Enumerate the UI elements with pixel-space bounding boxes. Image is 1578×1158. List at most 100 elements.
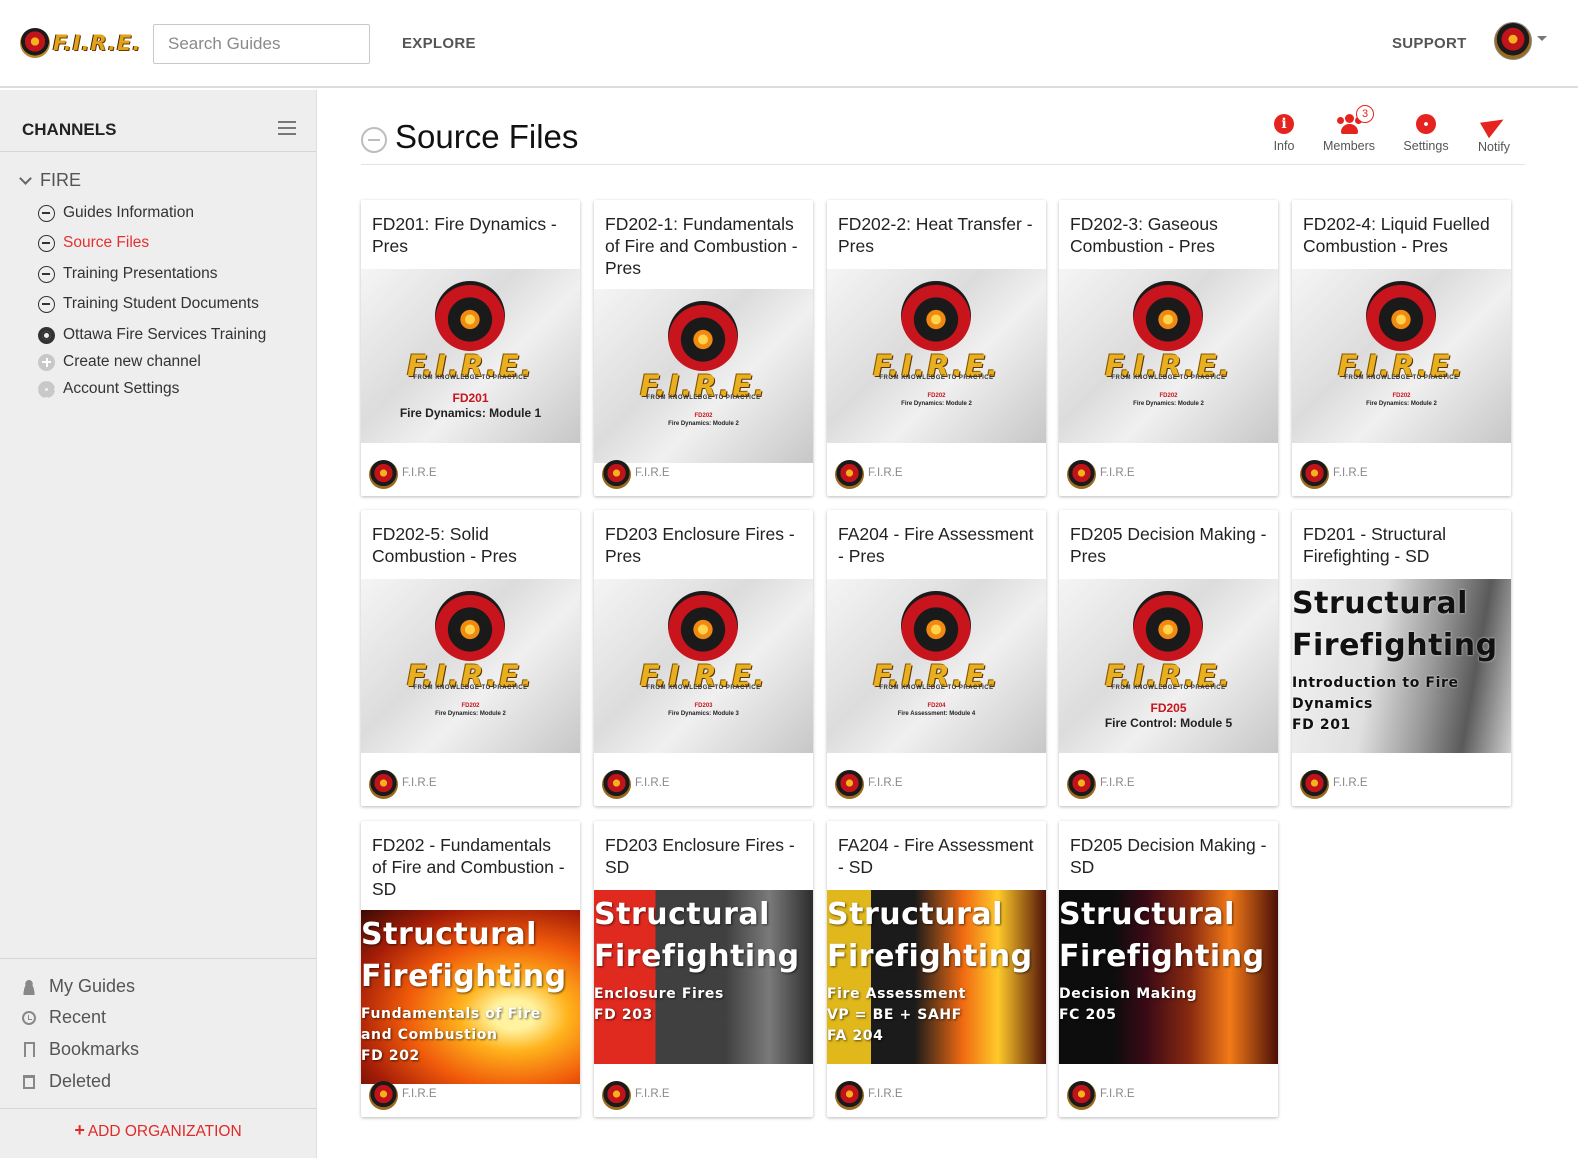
owner-name[interactable]: F.I.R.E [402,1088,437,1100]
guide-cover-photo[interactable]: Structural Firefighting Introduction to F… [1292,579,1511,753]
guide-title[interactable]: FD205 Decision Making - SD [1070,834,1268,878]
quick-link-recent[interactable]: Recent [22,1007,106,1028]
guide-card[interactable]: FD205 Decision Making - SD Structural Fir… [1059,821,1278,1117]
guide-title[interactable]: FD203 Enclosure Fires - SD [605,834,803,878]
guide-cover-photo[interactable]: Structural Firefighting Enclosure Fires F… [594,890,813,1064]
fire-logo[interactable]: F.I.R.E. [20,26,140,60]
owner-avatar[interactable] [835,770,864,799]
guide-card[interactable]: FD202-1: Fundamentals of Fire and Combus… [594,200,813,496]
owner-avatar[interactable] [835,1081,864,1110]
owner-avatar[interactable] [1300,460,1329,489]
owner-name[interactable]: F.I.R.E [635,467,670,479]
guide-cover-image[interactable]: F.I.R.E. FROM KNOWLEDGE TO PRACTICE FD203 F… [594,579,813,753]
guide-card[interactable]: FD203 Enclosure Fires - SD Structural Fir… [594,821,813,1117]
guide-card[interactable]: FD205 Decision Making - Pres F.I.R.E. FROM… [1059,510,1278,806]
top-bar: F.I.R.E. EXPLORE SUPPORT [0,0,1578,88]
notify-button[interactable]: Notify [1470,111,1518,154]
guide-card[interactable]: FD202-2: Heat Transfer - Pres F.I.R.E. FRO… [827,200,1046,496]
guide-card[interactable]: FD203 Enclosure Fires - Pres F.I.R.E. FROM… [594,510,813,806]
guide-cover-image[interactable]: F.I.R.E. FROM KNOWLEDGE TO PRACTICE FD202 F… [361,579,580,753]
owner-avatar[interactable] [369,1081,398,1110]
add-organization-button[interactable]: + ADD ORGANIZATION [0,1120,316,1141]
owner-avatar[interactable] [602,1081,631,1110]
guide-cover-image[interactable]: F.I.R.E. FROM KNOWLEDGE TO PRACTICE FD202 F… [827,269,1046,443]
guide-title[interactable]: FD202-2: Heat Transfer - Pres [838,213,1036,257]
sidebar-item-training-student-documents[interactable]: Training Student Documents [38,293,259,315]
guide-footer: F.I.R.E [827,446,1046,496]
sidebar-item-create-new-channel[interactable]: Create new channel [38,351,201,373]
owner-name[interactable]: F.I.R.E [868,467,903,479]
guide-title[interactable]: FA204 - Fire Assessment - SD [838,834,1036,878]
guide-card[interactable]: FD202 - Fundamentals of Fire and Combust… [361,821,580,1117]
cover-heading: Structural Firefighting [361,917,567,994]
guide-title[interactable]: FD202 - Fundamentals of Fire and Combust… [372,834,570,900]
owner-name[interactable]: F.I.R.E [1100,777,1135,789]
owner-avatar[interactable] [1067,460,1096,489]
nav-support[interactable]: SUPPORT [1392,35,1467,52]
search-input[interactable] [153,24,370,64]
guide-title[interactable]: FD201 - Structural Firefighting - SD [1303,523,1501,567]
owner-name[interactable]: F.I.R.E [402,467,437,479]
guide-card[interactable]: FD201 - Structural Firefighting - SD Stru… [1292,510,1511,806]
guide-cover-image[interactable]: F.I.R.E. FROM KNOWLEDGE TO PRACTICE FD202 F… [1292,269,1511,443]
guide-title[interactable]: FD202-5: Solid Combustion - Pres [372,523,570,567]
guide-cover-photo[interactable]: Structural Firefighting Fundamentals of F… [361,910,580,1084]
collapse-circle-icon[interactable] [361,127,387,153]
sidebar-item-source-files[interactable]: Source Files [38,232,149,254]
guide-title[interactable]: FA204 - Fire Assessment - Pres [838,523,1036,567]
owner-avatar[interactable] [835,460,864,489]
guide-cover-image[interactable]: F.I.R.E. FROM KNOWLEDGE TO PRACTICE FD201 F… [361,269,580,443]
guide-title[interactable]: FD202-3: Gaseous Combustion - Pres [1070,213,1268,257]
guide-card[interactable]: FD202-4: Liquid Fuelled Combustion - Pre… [1292,200,1511,496]
guide-card[interactable]: FA204 - Fire Assessment - Pres F.I.R.E. FR… [827,510,1046,806]
quick-link-deleted[interactable]: Deleted [22,1071,111,1092]
guide-cover-image[interactable]: F.I.R.E. FROM KNOWLEDGE TO PRACTICE FD204 F… [827,579,1046,753]
guide-cover-image[interactable]: F.I.R.E. FROM KNOWLEDGE TO PRACTICE FD202 F… [1059,269,1278,443]
owner-name[interactable]: F.I.R.E [868,777,903,789]
nav-explore[interactable]: EXPLORE [402,35,476,52]
owner-avatar[interactable] [602,460,631,489]
settings-button[interactable]: Settings [1398,114,1454,153]
guide-card[interactable]: FD202-3: Gaseous Combustion - Pres F.I.R.… [1059,200,1278,496]
guide-title[interactable]: FD202-1: Fundamentals of Fire and Combus… [605,213,803,279]
menu-icon[interactable] [278,121,296,135]
guide-title[interactable]: FD202-4: Liquid Fuelled Combustion - Pre… [1303,213,1501,257]
guide-title[interactable]: FD205 Decision Making - Pres [1070,523,1268,567]
sidebar-item-ottawa-fire-services-training[interactable]: Ottawa Fire Services Training [38,324,266,346]
sidebar-item-guides-information[interactable]: Guides Information [38,202,194,224]
caret-down-icon[interactable] [1537,36,1547,41]
owner-name[interactable]: F.I.R.E [1333,467,1368,479]
sidebar-item-account-settings[interactable]: Account Settings [38,378,179,400]
quick-link-bookmarks[interactable]: Bookmarks [22,1039,139,1060]
guide-title[interactable]: FD201: Fire Dynamics - Pres [372,213,570,257]
user-avatar[interactable] [1494,22,1532,60]
guide-cover-image[interactable]: F.I.R.E. FROM KNOWLEDGE TO PRACTICE FD205 F… [1059,579,1278,753]
guide-card[interactable]: FD202-5: Solid Combustion - Pres F.I.R.E.… [361,510,580,806]
guide-card[interactable]: FA204 - Fire Assessment - SD Structural F… [827,821,1046,1117]
owner-name[interactable]: F.I.R.E [868,1088,903,1100]
owner-avatar[interactable] [1067,770,1096,799]
sidebar-item-training-presentations[interactable]: Training Presentations [38,263,218,285]
owner-name[interactable]: F.I.R.E [1100,1088,1135,1100]
owner-name[interactable]: F.I.R.E [635,777,670,789]
owner-name[interactable]: F.I.R.E [635,1088,670,1100]
quick-link-my-guides[interactable]: My Guides [22,976,135,997]
owner-avatar[interactable] [369,770,398,799]
guide-card[interactable]: FD201: Fire Dynamics - Pres F.I.R.E. FROM … [361,200,580,496]
owner-avatar[interactable] [602,770,631,799]
owner-avatar[interactable] [1300,770,1329,799]
owner-name[interactable]: F.I.R.E [402,777,437,789]
owner-avatar[interactable] [1067,1081,1096,1110]
guide-title[interactable]: FD203 Enclosure Fires - Pres [605,523,803,567]
owner-name[interactable]: F.I.R.E [1100,467,1135,479]
owner-name[interactable]: F.I.R.E [1333,777,1368,789]
guide-cover-image[interactable]: F.I.R.E. FROM KNOWLEDGE TO PRACTICE FD202 F… [594,289,813,463]
owner-avatar[interactable] [369,460,398,489]
guide-footer: F.I.R.E [1292,756,1511,806]
info-button[interactable]: i Info [1266,114,1302,153]
members-button[interactable]: 3 Members [1317,105,1381,153]
settings-label: Settings [1403,139,1449,153]
guide-cover-photo[interactable]: Structural Firefighting Fire Assessment V… [827,890,1046,1064]
channel-group-fire[interactable]: FIRE [18,170,81,191]
guide-cover-photo[interactable]: Structural Firefighting Decision Making F… [1059,890,1278,1064]
